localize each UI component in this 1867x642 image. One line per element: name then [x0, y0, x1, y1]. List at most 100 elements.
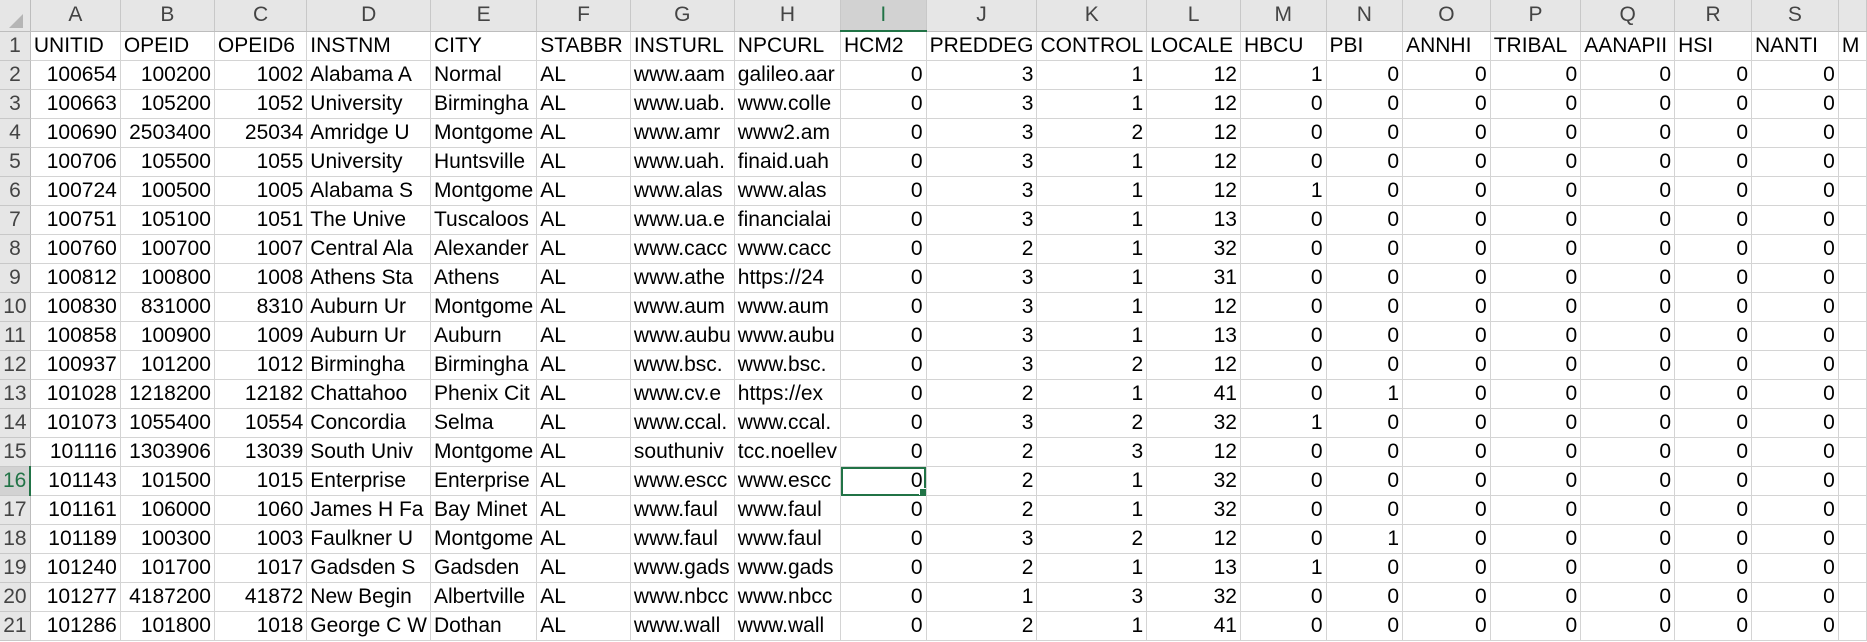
cell-d9[interactable]: Athens Sta	[306, 263, 431, 293]
cell-m10[interactable]: 0	[1240, 292, 1327, 322]
cell-n1[interactable]: PBI	[1326, 31, 1404, 61]
cell-p12[interactable]: 0	[1490, 350, 1582, 380]
cell-b21[interactable]: 101800	[120, 611, 215, 641]
cell-d11[interactable]: Auburn Ur	[306, 321, 431, 351]
cell-r20[interactable]: 0	[1674, 582, 1752, 612]
cell-e20[interactable]: Albertville	[430, 582, 538, 612]
cell-j9[interactable]: 3	[926, 263, 1038, 293]
cell-h4[interactable]: www2.am	[734, 118, 842, 148]
cell-d1[interactable]: INSTNM	[306, 31, 431, 61]
cell-n14[interactable]: 0	[1326, 408, 1404, 438]
column-header-n[interactable]: N	[1326, 0, 1404, 32]
cell-e12[interactable]: Birmingha	[430, 350, 538, 380]
cell-s12[interactable]: 0	[1751, 350, 1839, 380]
cell-h8[interactable]: www.cacc	[734, 234, 842, 264]
cell-h3[interactable]: www.colle	[734, 89, 842, 119]
cell-p18[interactable]: 0	[1490, 524, 1582, 554]
cell-m7[interactable]: 0	[1240, 205, 1327, 235]
cell-q2[interactable]: 0	[1580, 60, 1676, 90]
cell-h11[interactable]: www.aubu	[734, 321, 842, 351]
cell-a15[interactable]: 101116	[30, 437, 121, 467]
cell-j3[interactable]: 3	[926, 89, 1038, 119]
cell-f16[interactable]: AL	[536, 466, 631, 496]
cell-e1[interactable]: CITY	[430, 31, 538, 61]
cell-i16[interactable]: 0	[840, 466, 927, 496]
cell-c10[interactable]: 8310	[214, 292, 308, 322]
cell-p13[interactable]: 0	[1490, 379, 1582, 409]
cell-e16[interactable]: Enterprise	[430, 466, 538, 496]
cell-f14[interactable]: AL	[536, 408, 631, 438]
cell-c15[interactable]: 13039	[214, 437, 308, 467]
cell-t4[interactable]	[1838, 118, 1867, 148]
cell-q18[interactable]: 0	[1580, 524, 1676, 554]
cell-q9[interactable]: 0	[1580, 263, 1676, 293]
cell-m8[interactable]: 0	[1240, 234, 1327, 264]
cell-t16[interactable]	[1838, 466, 1867, 496]
cell-n11[interactable]: 0	[1326, 321, 1404, 351]
cell-g11[interactable]: www.aubu	[630, 321, 735, 351]
cell-i13[interactable]: 0	[840, 379, 927, 409]
cell-m13[interactable]: 0	[1240, 379, 1327, 409]
cell-a14[interactable]: 101073	[30, 408, 121, 438]
cell-e11[interactable]: Auburn	[430, 321, 538, 351]
cell-g8[interactable]: www.cacc	[630, 234, 735, 264]
column-header-j[interactable]: J	[926, 0, 1038, 32]
column-header-f[interactable]: F	[536, 0, 631, 32]
cell-o8[interactable]: 0	[1402, 234, 1491, 264]
cell-e3[interactable]: Birmingha	[430, 89, 538, 119]
cell-k14[interactable]: 2	[1036, 408, 1148, 438]
cell-i4[interactable]: 0	[840, 118, 927, 148]
cell-n18[interactable]: 1	[1326, 524, 1404, 554]
cell-d2[interactable]: Alabama A	[306, 60, 431, 90]
cell-q13[interactable]: 0	[1580, 379, 1676, 409]
cell-f17[interactable]: AL	[536, 495, 631, 525]
cell-f20[interactable]: AL	[536, 582, 631, 612]
cell-f19[interactable]: AL	[536, 553, 631, 583]
cell-r13[interactable]: 0	[1674, 379, 1752, 409]
cell-n19[interactable]: 0	[1326, 553, 1404, 583]
cell-d7[interactable]: The Unive	[306, 205, 431, 235]
cell-l8[interactable]: 32	[1146, 234, 1241, 264]
cell-n17[interactable]: 0	[1326, 495, 1404, 525]
cell-d15[interactable]: South Univ	[306, 437, 431, 467]
cell-k3[interactable]: 1	[1036, 89, 1148, 119]
cell-p4[interactable]: 0	[1490, 118, 1582, 148]
cell-a3[interactable]: 100663	[30, 89, 121, 119]
cell-j10[interactable]: 3	[926, 292, 1038, 322]
cell-o9[interactable]: 0	[1402, 263, 1491, 293]
cell-l16[interactable]: 32	[1146, 466, 1241, 496]
cell-o19[interactable]: 0	[1402, 553, 1491, 583]
cell-b13[interactable]: 1218200	[120, 379, 215, 409]
cell-k1[interactable]: CONTROL	[1036, 31, 1148, 61]
row-header[interactable]: 4	[0, 118, 31, 148]
cell-n3[interactable]: 0	[1326, 89, 1404, 119]
cell-a11[interactable]: 100858	[30, 321, 121, 351]
cell-k4[interactable]: 2	[1036, 118, 1148, 148]
cell-r16[interactable]: 0	[1674, 466, 1752, 496]
cell-f4[interactable]: AL	[536, 118, 631, 148]
row-header[interactable]: 20	[0, 582, 31, 612]
row-header[interactable]: 16	[0, 466, 32, 496]
cell-t19[interactable]	[1838, 553, 1867, 583]
cell-j20[interactable]: 1	[926, 582, 1038, 612]
row-header[interactable]: 21	[0, 611, 31, 641]
cell-k16[interactable]: 1	[1036, 466, 1148, 496]
cell-s5[interactable]: 0	[1751, 147, 1839, 177]
cell-i15[interactable]: 0	[840, 437, 927, 467]
cell-e9[interactable]: Athens	[430, 263, 538, 293]
cell-e2[interactable]: Normal	[430, 60, 538, 90]
cell-r21[interactable]: 0	[1674, 611, 1752, 641]
cell-j11[interactable]: 3	[926, 321, 1038, 351]
cell-d3[interactable]: University	[306, 89, 431, 119]
cell-l13[interactable]: 41	[1146, 379, 1241, 409]
cell-e5[interactable]: Huntsville	[430, 147, 538, 177]
cell-b5[interactable]: 105500	[120, 147, 215, 177]
cell-l7[interactable]: 13	[1146, 205, 1241, 235]
column-header-a[interactable]: A	[30, 0, 121, 32]
cell-l19[interactable]: 13	[1146, 553, 1241, 583]
cell-i21[interactable]: 0	[840, 611, 927, 641]
cell-h16[interactable]: www.escc	[734, 466, 842, 496]
column-header-l[interactable]: L	[1146, 0, 1241, 32]
cell-c20[interactable]: 41872	[214, 582, 308, 612]
column-header-e[interactable]: E	[430, 0, 538, 32]
